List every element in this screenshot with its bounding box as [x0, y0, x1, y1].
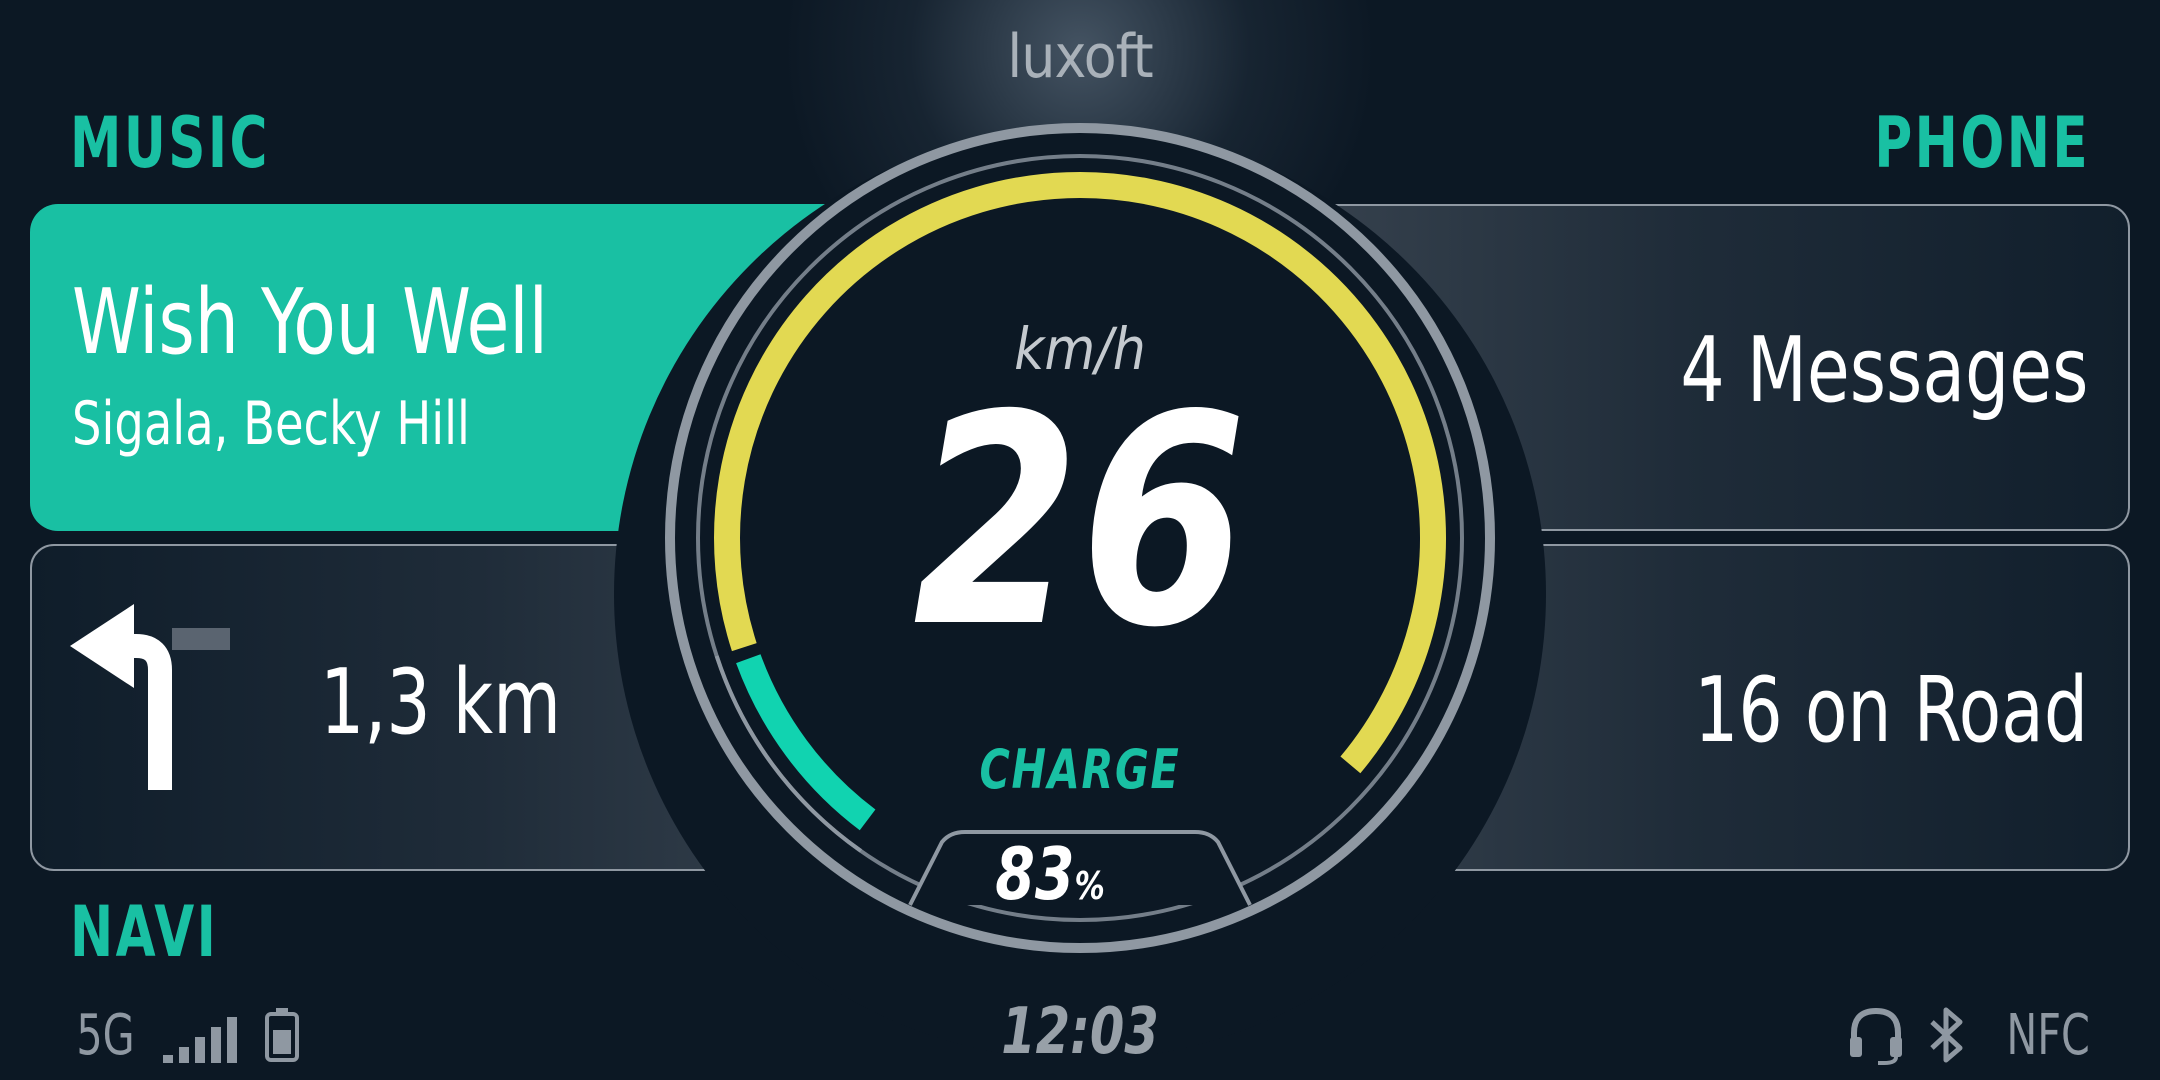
nfc-label: NFC — [2006, 1002, 2090, 1068]
charge-label: CHARGE — [979, 738, 1181, 801]
headset-icon — [1846, 1005, 1906, 1065]
bluetooth-icon — [1928, 1006, 1966, 1064]
speed-value: 26 — [912, 354, 1248, 691]
network-type: 5G — [76, 1002, 135, 1068]
status-bar-left: 5G — [70, 1002, 300, 1068]
charge-unit: % — [1074, 864, 1105, 908]
status-bar-right: NFC — [1846, 1002, 2090, 1068]
battery-icon — [265, 1008, 300, 1062]
signal-bars-icon — [163, 1012, 243, 1063]
clock: 12:03 — [1001, 995, 1159, 1069]
charge-value: 83 — [995, 832, 1075, 916]
charge-readout: 83% — [971, 838, 1129, 910]
